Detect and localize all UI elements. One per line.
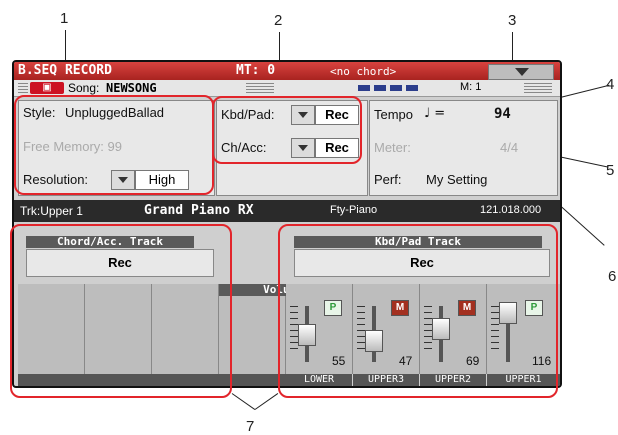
tempo-panel: Tempo ♩ = 94 Meter: 4/4 Perf: My Setting bbox=[369, 100, 558, 196]
highlight-kbd-track bbox=[278, 224, 558, 398]
perf-value[interactable]: My Setting bbox=[426, 172, 487, 187]
callout-6: 6 bbox=[608, 268, 617, 285]
highlight-song-settings bbox=[14, 95, 214, 195]
beat-indicator bbox=[358, 85, 420, 91]
song-stripes-left bbox=[18, 83, 28, 93]
tempo-label: Tempo bbox=[374, 107, 414, 122]
callout-1: 1 bbox=[60, 10, 69, 27]
tempo-value[interactable]: 94 bbox=[494, 106, 511, 122]
tempo-note-icon: ♩ = bbox=[424, 106, 446, 121]
measure-indicator: M: 1 bbox=[460, 81, 482, 93]
track-name: Trk:Upper 1 bbox=[20, 204, 83, 218]
callout-7: 7 bbox=[246, 418, 255, 435]
song-label: Song: bbox=[68, 81, 100, 95]
sound-family: Fty-Piano bbox=[330, 204, 378, 216]
song-stripes-right bbox=[524, 83, 552, 93]
sound-name[interactable]: Grand Piano RX bbox=[144, 203, 254, 218]
page-menu-button[interactable] bbox=[488, 64, 554, 80]
page-title: B.SEQ RECORD bbox=[18, 63, 112, 78]
callout-line-7a bbox=[231, 393, 256, 410]
chord-indicator: <no chord> bbox=[330, 65, 397, 78]
perf-label: Perf: bbox=[374, 172, 402, 187]
meter-value: 4/4 bbox=[500, 140, 519, 155]
meter-label: Meter: bbox=[374, 140, 411, 155]
title-bar: B.SEQ RECORD MT: 0 <no chord> bbox=[14, 62, 560, 80]
song-stripes-mid bbox=[246, 83, 274, 93]
callout-3: 3 bbox=[508, 12, 517, 29]
song-icon: ▣ bbox=[30, 82, 64, 94]
callout-5: 5 bbox=[606, 162, 615, 179]
mt-indicator: MT: 0 bbox=[236, 63, 276, 78]
song-name[interactable]: NEWSONG bbox=[106, 81, 157, 95]
highlight-record-mode bbox=[212, 96, 362, 164]
callout-2: 2 bbox=[274, 12, 283, 29]
highlight-chord-track bbox=[10, 224, 232, 398]
sound-bank: 121.018.000 bbox=[480, 204, 542, 216]
track-info-bar: Trk:Upper 1 Grand Piano RX Fty-Piano 121… bbox=[14, 200, 560, 222]
callout-line-7b bbox=[254, 393, 279, 410]
